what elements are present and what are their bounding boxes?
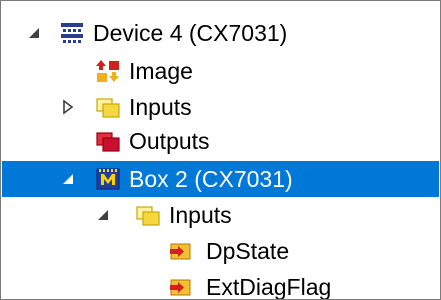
tree-item-outputs[interactable]: Outputs [1,123,440,159]
device-network-icon [59,20,85,46]
tree-item-extdiagflag[interactable]: ExtDiagFlag [1,269,440,300]
tree-item-label: Inputs [169,202,232,228]
tree-item-label: Outputs [129,128,210,154]
box-module-icon [95,166,121,192]
tree-item-label: Device 4 (CX7031) [93,20,288,46]
tree-item-label: DpState [206,238,290,264]
tree-item-image[interactable]: Image [1,53,440,89]
expanded-arrow-icon[interactable] [94,206,112,224]
inputs-folder-icon [95,94,121,120]
tree-item-box-2[interactable]: Box 2 (CX7031) [2,161,439,197]
tree-item-device-4[interactable]: Device 4 (CX7031) [1,15,440,51]
tree-item-label: ExtDiagFlag [206,274,332,300]
collapsed-arrow-icon[interactable] [59,98,77,116]
expanded-arrow-icon[interactable] [25,24,43,42]
tree-item-inputs[interactable]: Inputs [1,89,440,125]
tree-item-label: Inputs [129,94,192,120]
outputs-folder-icon [95,128,121,154]
input-variable-icon [167,238,193,264]
image-icon [95,58,121,84]
tree-item-label: Image [129,58,193,84]
tree-item-label: Box 2 (CX7031) [129,166,293,192]
input-variable-icon [167,274,193,299]
tree-item-dpstate[interactable]: DpState [1,233,440,269]
expanded-arrow-icon[interactable] [59,170,77,188]
solution-tree: Device 4 (CX7031) Image Inputs Outputs B… [0,0,441,300]
tree-item-inputs-box-2[interactable]: Inputs [1,197,440,233]
inputs-folder-icon [135,202,161,228]
